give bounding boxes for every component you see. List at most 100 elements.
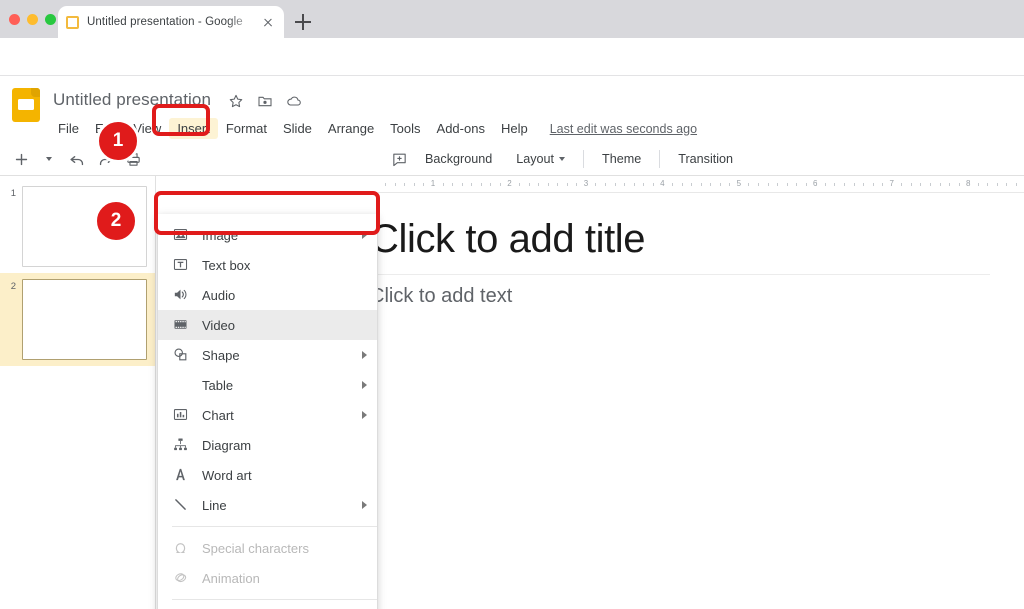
ruler-tick xyxy=(413,183,415,186)
ruler-tick xyxy=(528,183,530,186)
menu-item-line[interactable]: Line xyxy=(158,490,377,520)
ruler-tick xyxy=(566,183,568,186)
slide-thumbnail-2[interactable]: 2 xyxy=(0,273,155,366)
ruler-tick xyxy=(452,183,454,186)
window-minimize-button[interactable] xyxy=(27,14,38,25)
ruler-tick xyxy=(423,183,425,186)
body-placeholder[interactable]: Click to add text xyxy=(370,285,990,308)
slides-toolbar: Background Layout Theme Transition xyxy=(0,142,1024,176)
slides-app: Untitled presentation File Edit View Ins… xyxy=(0,76,1024,609)
menu-item-label: Image xyxy=(202,227,239,243)
new-tab-button[interactable] xyxy=(295,14,311,30)
ruler-tick xyxy=(824,183,826,186)
browser-tab-title: Untitled presentation - Google xyxy=(87,16,243,28)
ruler-tick xyxy=(499,183,501,186)
window-maximize-button[interactable] xyxy=(45,14,56,25)
insert-dropdown-menu[interactable]: Image Text box Audio Video Shape Table Chart Di… xyxy=(157,214,378,609)
horizontal-ruler[interactable]: 1 2 3 4 5 6 7 8 xyxy=(378,176,1024,193)
submenu-arrow-icon xyxy=(362,381,367,389)
menu-item-video[interactable]: Video xyxy=(158,310,377,340)
ruler-tick xyxy=(882,183,884,186)
ruler-tick xyxy=(633,183,635,186)
menu-item-special-characters: Special characters xyxy=(158,533,377,563)
ruler-tick xyxy=(461,183,463,186)
move-to-folder-icon[interactable] xyxy=(257,93,273,109)
layout-label: Layout xyxy=(516,152,555,166)
menu-slide[interactable]: Slide xyxy=(275,118,320,139)
submenu-arrow-icon xyxy=(362,411,367,419)
menu-item-chart[interactable]: Chart xyxy=(158,400,377,430)
close-icon[interactable] xyxy=(260,14,276,30)
cloud-saved-icon[interactable] xyxy=(286,93,302,109)
toolbar-right-group: Background Layout Theme Transition xyxy=(386,147,744,171)
menu-arrange[interactable]: Arrange xyxy=(320,118,382,139)
menu-insert[interactable]: Insert xyxy=(169,118,218,139)
ruler-tick xyxy=(576,183,578,186)
menu-item-word-art[interactable]: Word art xyxy=(158,460,377,490)
title-placeholder[interactable]: Click to add title xyxy=(370,217,990,275)
chevron-down-icon xyxy=(559,157,566,161)
add-comment-button[interactable] xyxy=(386,147,412,171)
ruler-tick xyxy=(624,183,626,186)
slide-canvas[interactable]: Click to add title Click to add text xyxy=(370,193,1024,593)
ruler-tick xyxy=(1015,183,1017,186)
menu-item-table[interactable]: Table xyxy=(158,370,377,400)
menu-file[interactable]: File xyxy=(50,118,87,139)
menu-help[interactable]: Help xyxy=(493,118,536,139)
ruler-tick xyxy=(805,183,807,186)
new-slide-dropdown-button[interactable] xyxy=(36,147,62,171)
layout-button[interactable]: Layout xyxy=(505,148,576,170)
ruler-tick xyxy=(910,183,912,186)
transition-button[interactable]: Transition xyxy=(667,148,744,170)
submenu-arrow-icon xyxy=(362,231,367,239)
toolbar-divider xyxy=(659,150,661,168)
undo-button[interactable] xyxy=(64,147,90,171)
menu-item-image[interactable]: Image xyxy=(158,220,377,250)
ruler-number: 3 xyxy=(583,179,589,188)
textbox-icon xyxy=(172,256,190,274)
ruler-tick xyxy=(901,183,903,186)
last-edit-status[interactable]: Last edit was seconds ago xyxy=(550,122,697,136)
wordart-icon xyxy=(172,466,190,484)
menu-tools[interactable]: Tools xyxy=(382,118,428,139)
ruler-tick xyxy=(843,183,845,186)
ruler-tick xyxy=(996,183,998,186)
menu-item-diagram[interactable]: Diagram xyxy=(158,430,377,460)
transition-label: Transition xyxy=(678,152,734,166)
ruler-tick xyxy=(863,183,865,186)
theme-button[interactable]: Theme xyxy=(591,148,652,170)
ruler-tick xyxy=(643,183,645,186)
menu-item-label: Line xyxy=(202,497,227,513)
window-close-button[interactable] xyxy=(9,14,20,25)
menu-addons[interactable]: Add-ons xyxy=(429,118,493,139)
ruler-tick xyxy=(777,183,779,186)
star-icon[interactable] xyxy=(228,93,244,109)
chevron-down-icon xyxy=(46,157,52,161)
new-slide-button[interactable] xyxy=(8,147,34,171)
no-icon xyxy=(172,376,190,394)
menu-format[interactable]: Format xyxy=(218,118,275,139)
document-title[interactable]: Untitled presentation xyxy=(53,90,211,110)
ruler-tick xyxy=(710,183,712,186)
ruler-tick xyxy=(671,183,673,186)
screenshot-root: Untitled presentation - Google d xyxy=(0,0,1024,609)
ruler-tick xyxy=(796,183,798,186)
ruler-number: 6 xyxy=(813,179,818,188)
ruler-tick xyxy=(471,183,473,186)
menu-item-label: Diagram xyxy=(202,437,252,453)
ruler-tick xyxy=(691,183,693,186)
browser-tab[interactable]: Untitled presentation - Google xyxy=(58,6,284,38)
ruler-tick xyxy=(748,183,750,186)
slide-number: 2 xyxy=(10,281,16,292)
menu-item-shape[interactable]: Shape xyxy=(158,340,377,370)
ruler-tick xyxy=(834,183,836,186)
ruler-tick xyxy=(385,183,387,186)
slide-preview[interactable] xyxy=(22,279,147,360)
ruler-number: 5 xyxy=(736,179,742,188)
background-button[interactable]: Background xyxy=(414,148,503,170)
menu-item-text-box[interactable]: Text box xyxy=(158,250,377,280)
browser-toolbar: docs.google.com/presentation/d/19wOzmwTh… xyxy=(0,38,1024,108)
submenu-arrow-icon xyxy=(362,351,367,359)
menu-item-audio[interactable]: Audio xyxy=(158,280,377,310)
ruler-tick xyxy=(595,183,597,186)
